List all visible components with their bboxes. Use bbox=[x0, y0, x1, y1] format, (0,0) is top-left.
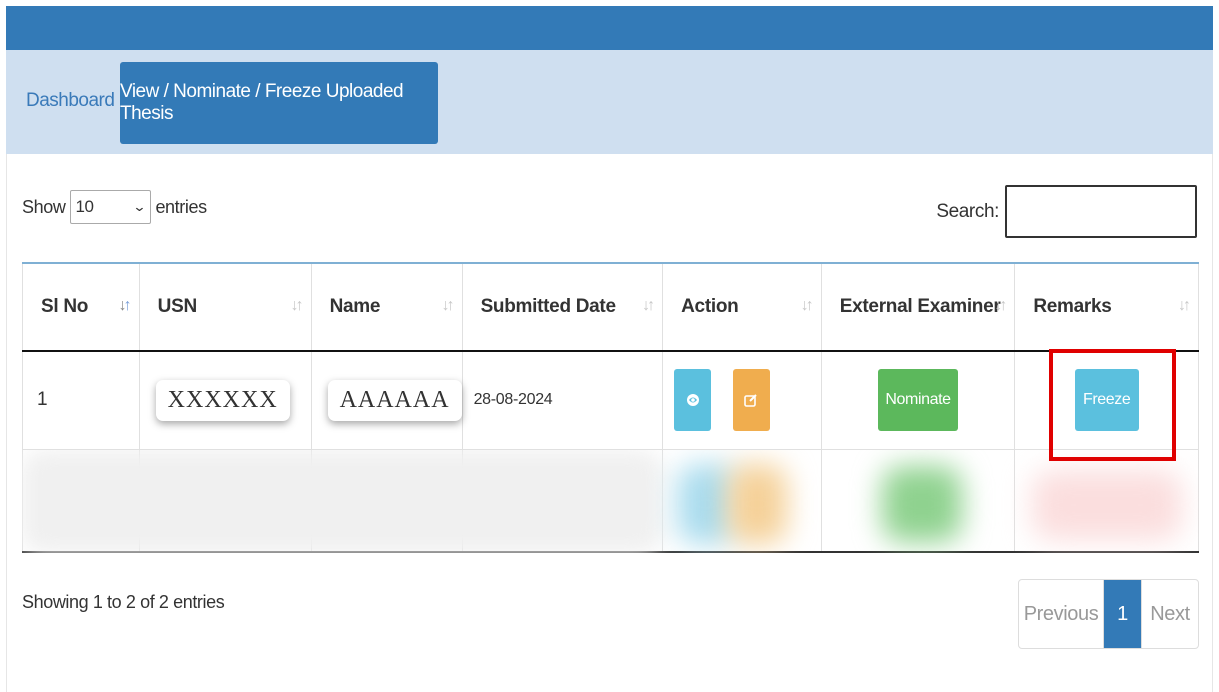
tab-view-nominate-freeze[interactable]: View / Nominate / Freeze Uploaded Thesis bbox=[120, 62, 438, 144]
col-header-remarks[interactable]: Remarks ↓↑ bbox=[1014, 262, 1199, 352]
blurred-cell bbox=[820, 448, 1016, 553]
name-value: AAAAAA bbox=[327, 379, 462, 421]
eye-icon bbox=[686, 394, 699, 407]
panel-border-right bbox=[1212, 154, 1213, 692]
highlight-box bbox=[1049, 349, 1176, 461]
length-select-value: 10 bbox=[75, 197, 94, 216]
sort-icon: ↓↑ bbox=[1178, 297, 1191, 314]
view-thesis-button[interactable] bbox=[674, 369, 712, 432]
cell-submitted-date: 28-08-2024 bbox=[461, 350, 664, 450]
edit-thesis-button[interactable] bbox=[732, 369, 770, 432]
pagination-next[interactable]: Next bbox=[1141, 580, 1198, 648]
show-label: Show bbox=[22, 196, 66, 217]
cell-usn: XXXXXX bbox=[138, 350, 312, 450]
top-header-bar bbox=[6, 6, 1213, 50]
sort-asc-icon: ↓↑ bbox=[118, 297, 132, 314]
col-header-name[interactable]: Name ↓↑ bbox=[310, 262, 463, 352]
blurred-cell bbox=[461, 448, 664, 553]
col-header-submitted-date[interactable]: Submitted Date ↓↑ bbox=[461, 262, 664, 352]
nominate-button[interactable]: Nominate bbox=[878, 369, 959, 432]
table-info: Showing 1 to 2 of 2 entries bbox=[22, 592, 225, 612]
table-row-blurred bbox=[22, 448, 1199, 553]
col-header-usn[interactable]: USN ↓↑ bbox=[138, 262, 312, 352]
length-control: Show 10 ⌄ entries bbox=[22, 190, 207, 224]
blurred-cell bbox=[138, 448, 312, 553]
cell-action bbox=[662, 350, 822, 450]
sort-icon: ↓↑ bbox=[800, 297, 814, 314]
sort-icon: ↓↑ bbox=[642, 297, 655, 314]
sort-icon: ↓↑ bbox=[441, 297, 455, 314]
search-label: Search: bbox=[936, 200, 999, 222]
search-input[interactable] bbox=[1005, 185, 1197, 238]
col-header-external-examiner[interactable]: External Examiner ↓↑ bbox=[820, 262, 1016, 352]
col-header-sl-no[interactable]: Sl No ↓↑ bbox=[22, 262, 140, 352]
blurred-cell bbox=[22, 448, 140, 553]
table-header-row: Sl No ↓↑ USN ↓↑ Name ↓↑ Submitted Date ↓↑ Ac… bbox=[22, 262, 1199, 352]
tab-dashboard[interactable]: Dashboard bbox=[26, 90, 115, 112]
blurred-cell bbox=[310, 448, 463, 553]
edit-icon bbox=[744, 394, 758, 408]
chevron-down-icon: ⌄ bbox=[132, 199, 147, 214]
entries-label: entries bbox=[155, 196, 207, 217]
pagination-page-1[interactable]: 1 bbox=[1104, 580, 1141, 648]
entries-length-select[interactable]: 10 ⌄ bbox=[70, 190, 152, 224]
sort-icon: ↓↑ bbox=[290, 297, 304, 314]
pagination-previous[interactable]: Previous bbox=[1019, 580, 1104, 648]
cell-sl-no: 1 bbox=[22, 350, 140, 450]
table-row: 1 XXXXXX AAAAAA 28-08-2024 Nominate Free… bbox=[22, 350, 1199, 450]
cell-external-examiner: Nominate bbox=[820, 350, 1016, 450]
tab-strip: Dashboard View / Nominate / Freeze Uploa… bbox=[6, 50, 1213, 154]
cell-name: AAAAAA bbox=[310, 350, 463, 450]
blurred-cell bbox=[1014, 448, 1199, 553]
pagination: Previous 1 Next bbox=[1018, 579, 1199, 649]
usn-value: XXXXXX bbox=[155, 379, 290, 421]
blurred-cell bbox=[662, 448, 822, 553]
col-header-action[interactable]: Action ↓↑ bbox=[662, 262, 822, 352]
panel-border-left bbox=[6, 154, 7, 692]
sort-icon: ↓↑ bbox=[994, 297, 1007, 314]
search-control: Search: bbox=[936, 185, 1197, 238]
thesis-table: Sl No ↓↑ USN ↓↑ Name ↓↑ Submitted Date ↓↑ Ac… bbox=[22, 262, 1199, 553]
